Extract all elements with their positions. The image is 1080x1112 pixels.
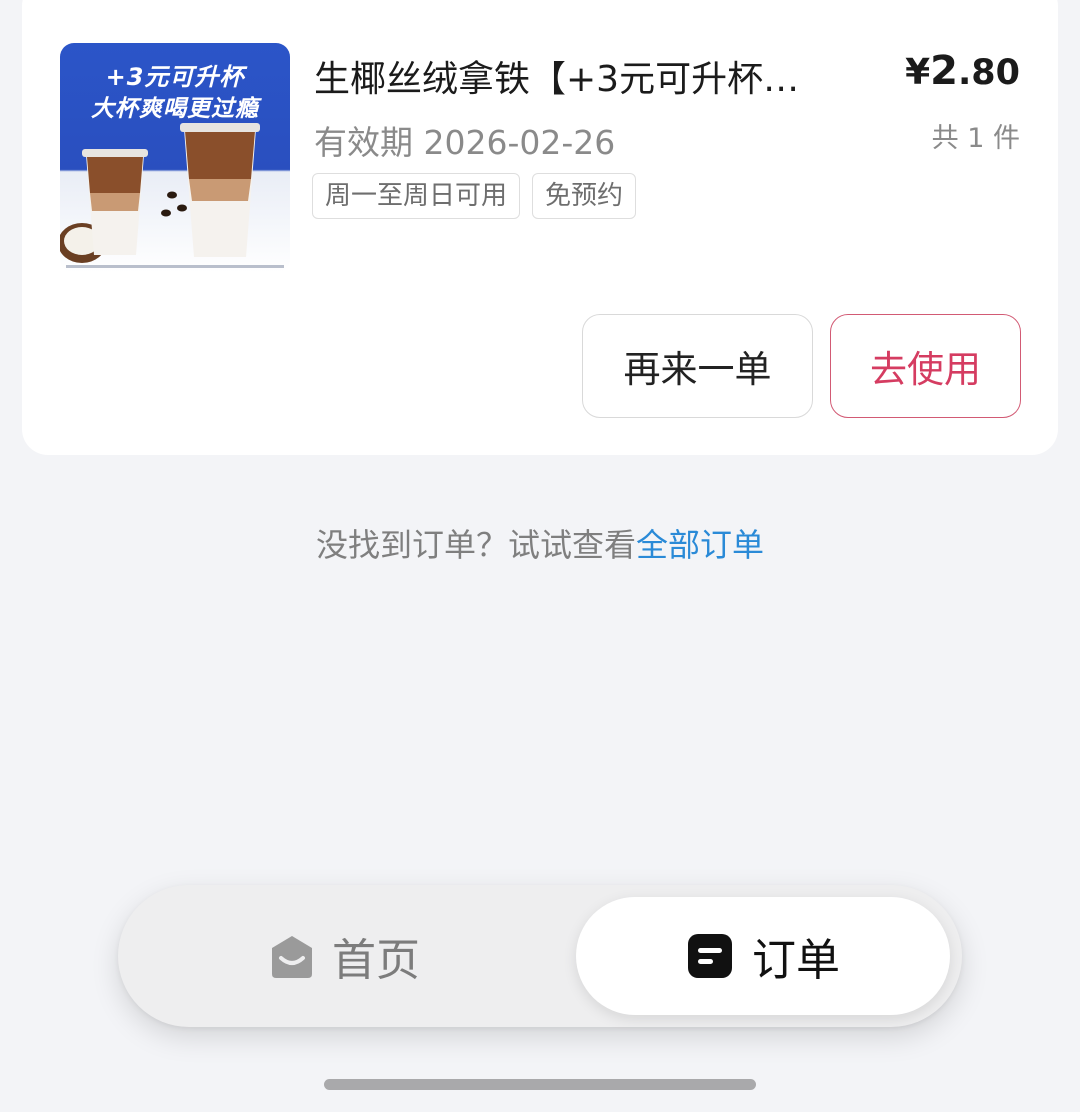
tag-usable-days: 周一至周日可用 <box>312 173 521 219</box>
price-integer: 2 <box>930 48 958 94</box>
usage-tags: 周一至周日可用 免预约 <box>312 173 637 219</box>
expiry-date: 有效期 2026-02-26 <box>314 123 616 162</box>
price-decimal: .80 <box>957 53 1020 93</box>
order-list-icon <box>686 932 734 980</box>
thumbnail-promo-line1: +3元可升杯 <box>105 63 245 91</box>
product-title[interactable]: 生椰丝绒拿铁【+3元可升杯… <box>314 50 874 102</box>
order-not-found-hint: 没找到订单？试试查看全部订单 <box>0 520 1080 566</box>
tag-no-reservation: 免预约 <box>532 173 637 219</box>
all-orders-link[interactable]: 全部订单 <box>636 526 764 564</box>
home-indicator[interactable] <box>324 1079 756 1090</box>
order-card[interactable]: +3元可升杯 大杯爽喝更过瘾 生椰丝绒拿铁【+3元可升杯… ¥2.80 有效期 … <box>22 0 1058 455</box>
use-button[interactable]: 去使用 <box>830 314 1021 418</box>
bottom-tab-bar: 首页 订单 <box>118 885 962 1027</box>
order-price: ¥2.80 <box>905 48 1020 94</box>
thumbnail-promo-line2: 大杯爽喝更过瘾 <box>91 96 259 122</box>
tab-orders-label: 订单 <box>752 935 840 986</box>
tab-home-label: 首页 <box>332 935 420 986</box>
reorder-button[interactable]: 再来一单 <box>582 314 813 418</box>
price-currency: ¥ <box>905 52 931 93</box>
hint-text: 没找到订单？试试查看 <box>315 526 636 564</box>
tab-home[interactable]: 首页 <box>118 885 568 1027</box>
product-thumbnail[interactable]: +3元可升杯 大杯爽喝更过瘾 <box>60 43 290 273</box>
item-count: 共 1 件 <box>931 123 1020 154</box>
tab-orders[interactable]: 订单 <box>576 897 950 1015</box>
home-envelope-icon <box>266 932 318 980</box>
